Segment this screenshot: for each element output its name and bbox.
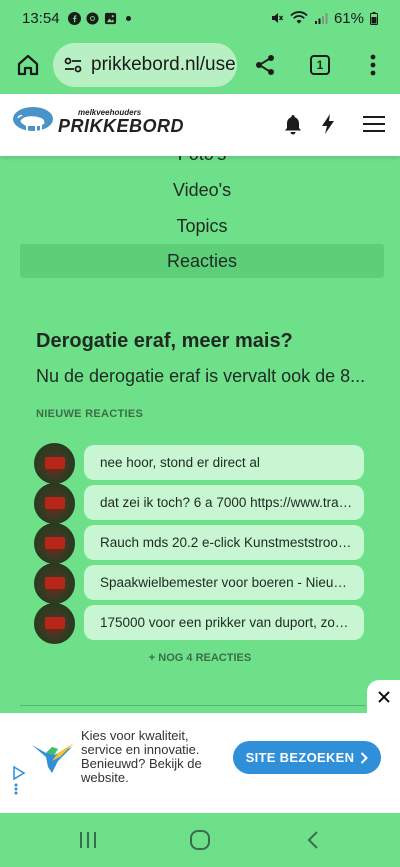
more-vertical-icon [370, 54, 376, 76]
share-button[interactable] [250, 50, 280, 80]
cow-logo-icon [13, 107, 53, 131]
activity-button[interactable] [315, 111, 341, 137]
topic-excerpt[interactable]: Nu de derogatie eraf is vervalt ook de 8… [36, 366, 366, 387]
lightning-icon [322, 114, 334, 134]
nav-item-reacties[interactable]: Reacties [20, 244, 384, 278]
nav-item-topics[interactable]: Topics [20, 209, 384, 243]
logo-big-text: PRIKKEBORD [58, 116, 185, 136]
back-chevron-icon [307, 831, 318, 849]
reply-bubble[interactable]: Spaakwielbemester voor boeren - Nieuwe..… [84, 565, 364, 600]
reply-bubble[interactable]: Rauch mds 20.2 e-click Kunstmeststrooie.… [84, 525, 364, 560]
home-circle-icon [190, 830, 210, 850]
close-icon [377, 690, 390, 703]
reply-text: Rauch mds 20.2 e-click Kunstmeststrooie.… [100, 535, 354, 550]
tractor-image [45, 497, 65, 509]
reply-item[interactable]: Rauch mds 20.2 e-click Kunstmeststrooie.… [34, 523, 366, 564]
signal-icon [314, 13, 328, 24]
recents-icon [80, 832, 96, 848]
more-replies-link[interactable]: + NOG 4 REACTIES [0, 652, 400, 664]
address-bar[interactable]: prikkebord.nl/use [53, 43, 237, 87]
tractor-image [45, 537, 65, 549]
facebook-icon [67, 11, 81, 25]
reply-item[interactable]: 175000 voor een prikker van duport, zou … [34, 603, 366, 644]
status-right: 61% [270, 10, 378, 27]
bell-icon [285, 115, 301, 135]
reply-text: 175000 voor een prikker van duport, zou … [100, 615, 354, 630]
avatar[interactable] [34, 483, 75, 524]
avatar[interactable] [34, 443, 75, 484]
ad-close-button[interactable] [367, 680, 400, 713]
share-icon [256, 55, 274, 75]
tab-count: 1 [310, 55, 330, 75]
battery-percent: 61% [333, 9, 364, 27]
recent-apps-button[interactable] [75, 827, 101, 853]
url-text: prikkebord.nl/use [91, 54, 236, 75]
ad-text: Kies voor kwaliteit, service en innovati… [81, 728, 202, 786]
gallery-icon [104, 12, 116, 24]
avatar[interactable] [34, 603, 75, 644]
chrome-icon [86, 11, 99, 25]
status-bar: 13:54 61% [0, 0, 400, 36]
notifications-button[interactable] [280, 111, 306, 137]
site-settings-icon[interactable] [63, 55, 83, 75]
site-menu-button[interactable] [361, 111, 387, 137]
reply-bubble[interactable]: dat zei ik toch? 6 a 7000 https://www.tr… [84, 485, 364, 520]
visit-site-label: SITE BEZOEKEN [245, 750, 355, 765]
back-button[interactable] [300, 827, 326, 853]
logo-text: melkveehouders PRIKKEBORD [58, 109, 185, 136]
battery-icon [370, 11, 378, 25]
tractor-image [45, 457, 65, 469]
new-replies-label: NIEUWE REACTIES [36, 408, 144, 420]
chevron-right-icon [361, 751, 369, 764]
topic-title[interactable]: Derogatie eraf, meer mais? [36, 330, 293, 353]
wifi-icon [290, 11, 308, 24]
avatar[interactable] [34, 523, 75, 564]
mute-icon [271, 13, 284, 23]
notification-icons [67, 11, 131, 25]
reply-item[interactable]: nee hoor, stond er direct al [34, 443, 366, 484]
tab-switcher-button[interactable]: 1 [305, 50, 335, 80]
more-notifications-dot [125, 15, 131, 21]
home-button[interactable] [13, 50, 43, 80]
divider [20, 705, 366, 706]
tractor-image [45, 617, 65, 629]
hummingbird-logo-icon [32, 743, 74, 773]
site-header: melkveehouders PRIKKEBORD [0, 94, 400, 156]
reply-bubble[interactable]: 175000 voor een prikker van duport, zou … [84, 605, 364, 640]
system-nav-bar [0, 813, 400, 867]
site-logo[interactable]: melkveehouders PRIKKEBORD [12, 106, 184, 138]
home-icon [17, 54, 39, 76]
browser-menu-button[interactable] [358, 50, 388, 80]
reply-text: dat zei ik toch? 6 a 7000 https://www.tr… [100, 495, 354, 510]
browser-toolbar: prikkebord.nl/use 1 [0, 36, 400, 94]
adchoices-icon[interactable] [12, 765, 26, 795]
system-home-button[interactable] [187, 827, 213, 853]
avatar[interactable] [34, 563, 75, 604]
nav-item-videos[interactable]: Video's [20, 173, 384, 207]
reply-bubble[interactable]: nee hoor, stond er direct al [84, 445, 364, 480]
visit-site-button[interactable]: SITE BEZOEKEN [233, 741, 381, 774]
reply-item[interactable]: Spaakwielbemester voor boeren - Nieuwe..… [34, 563, 366, 604]
reply-text: nee hoor, stond er direct al [100, 455, 260, 470]
status-time: 13:54 [22, 9, 60, 27]
reply-item[interactable]: dat zei ik toch? 6 a 7000 https://www.tr… [34, 483, 366, 524]
hamburger-menu-icon [363, 116, 385, 132]
reply-text: Spaakwielbemester voor boeren - Nieuwe..… [100, 575, 354, 590]
ad-banner[interactable]: Kies voor kwaliteit, service en innovati… [0, 713, 400, 813]
tractor-image [45, 577, 65, 589]
